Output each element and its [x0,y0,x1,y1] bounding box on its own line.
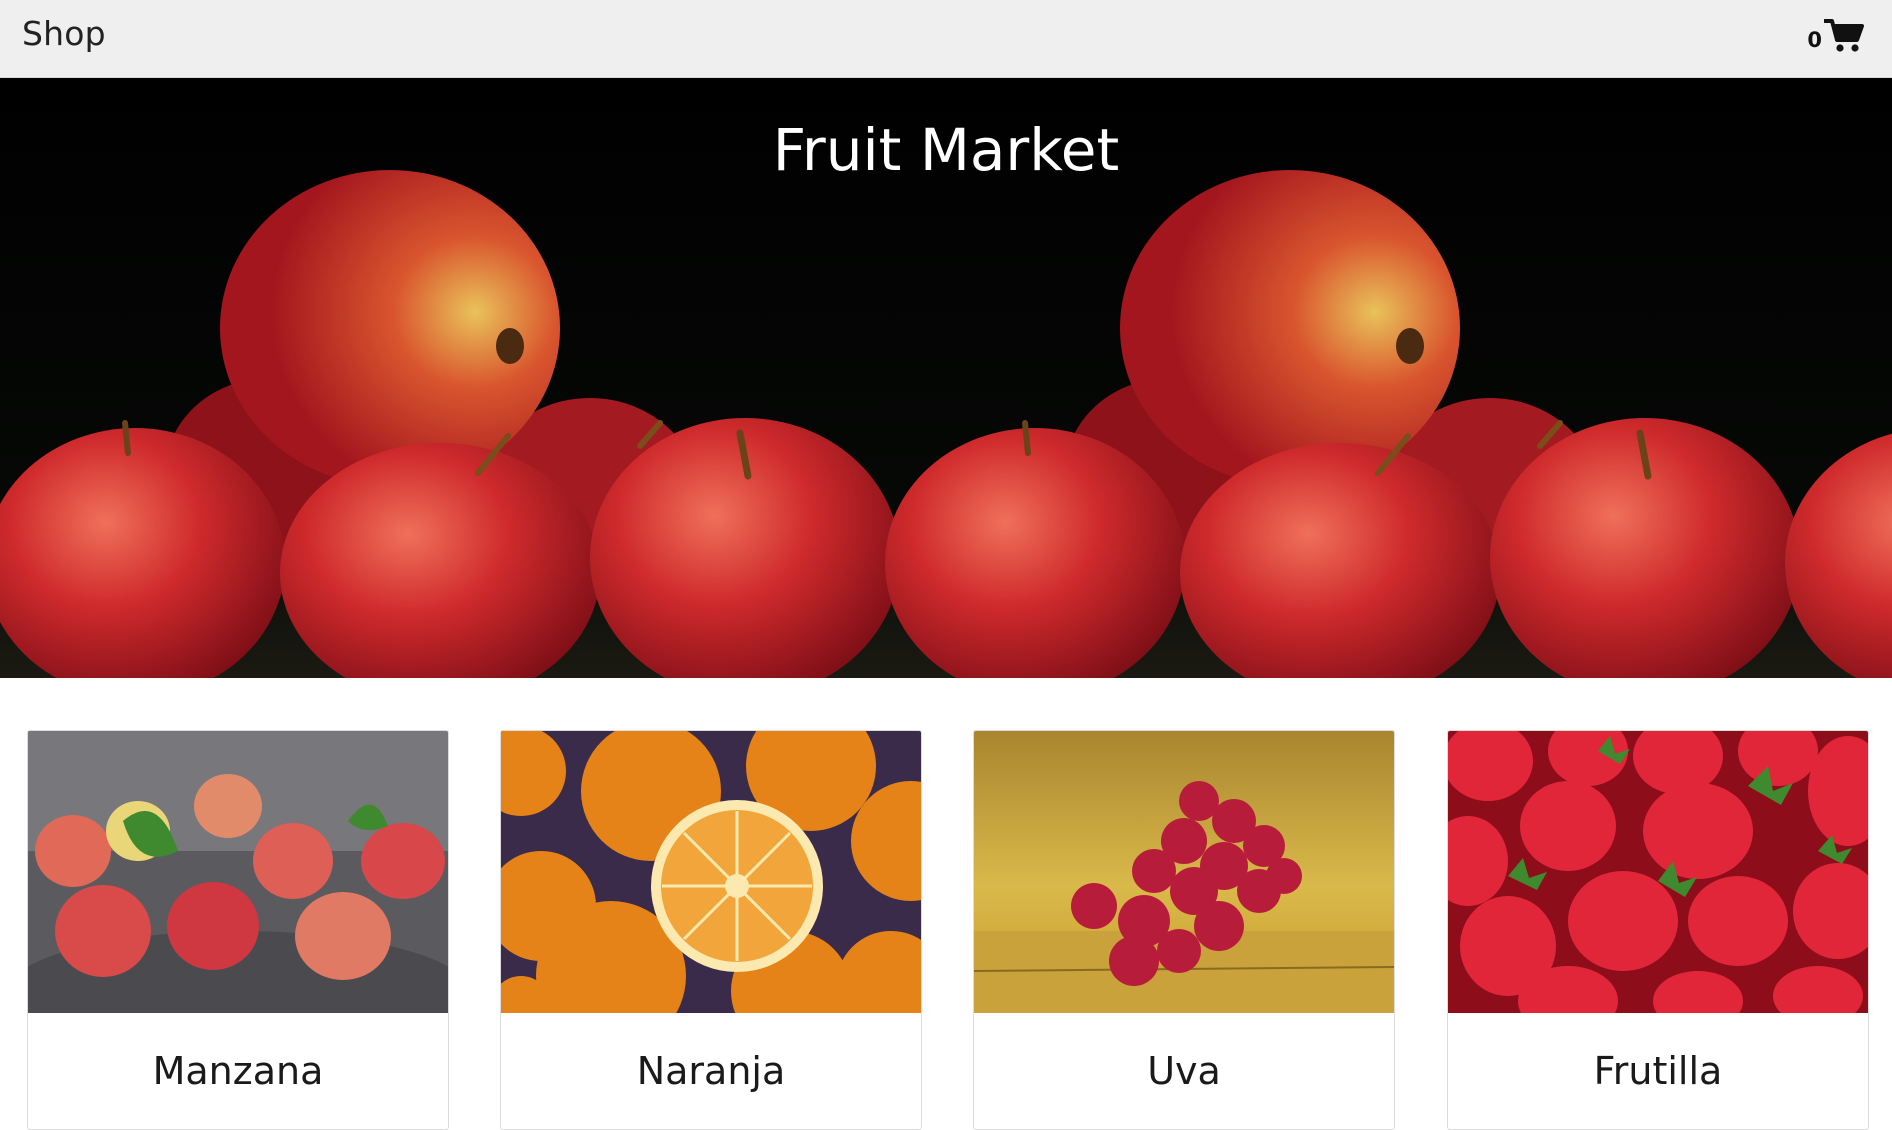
product-image-strawberries[interactable] [1448,731,1868,1013]
product-image-grapes[interactable] [974,731,1394,1013]
product-card-manzana[interactable]: Manzana [27,730,449,1130]
product-name: Frutilla [1593,1049,1723,1093]
product-name: Uva [1147,1049,1221,1093]
product-name: Manzana [152,1049,324,1093]
shopping-cart-icon [1824,18,1864,54]
hero-title: Fruit Market [772,116,1120,184]
product-name: Naranja [636,1049,786,1093]
product-grid: Manzana Naranja Uva Frutilla [0,730,1892,1130]
product-card-naranja[interactable]: Naranja [500,730,922,1130]
brand-link[interactable]: Shop [22,14,106,53]
product-card-frutilla[interactable]: Frutilla [1447,730,1869,1130]
product-image-apples[interactable] [28,731,448,1013]
cart-button[interactable]: 0 [1807,18,1864,54]
cart-count: 0 [1807,28,1822,52]
hero-banner: Fruit Market [0,78,1892,678]
product-card-uva[interactable]: Uva [973,730,1395,1130]
navbar: Shop 0 [0,0,1892,78]
product-image-oranges[interactable] [501,731,921,1013]
